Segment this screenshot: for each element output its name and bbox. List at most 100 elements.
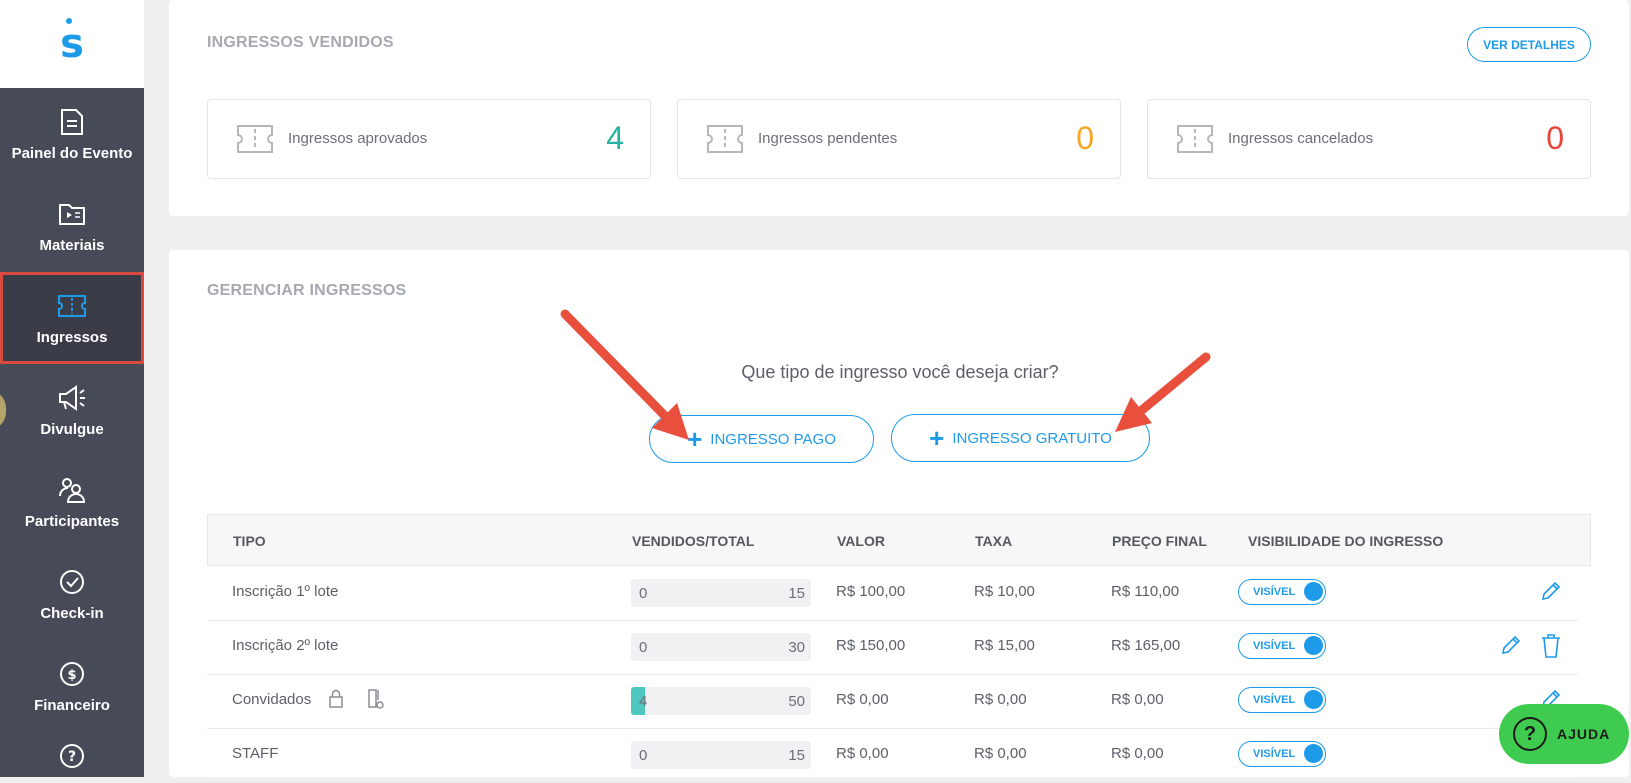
- help-label: AJUDA: [1557, 726, 1611, 742]
- sold-count: 4: [639, 693, 648, 710]
- logo[interactable]: s: [0, 0, 144, 88]
- ticket-final-price: R$ 110,00: [1111, 583, 1180, 600]
- document-icon: [57, 107, 87, 137]
- ticket-fee: R$ 15,00: [974, 637, 1035, 654]
- visibility-toggle[interactable]: VISÍVEL: [1238, 579, 1326, 605]
- stat-cancelled: Ingressos cancelados 0: [1147, 99, 1591, 179]
- visibility-label: VISÍVEL: [1253, 694, 1296, 706]
- total-count: 15: [788, 747, 805, 764]
- svg-text:?: ?: [68, 749, 76, 765]
- megaphone-icon: [57, 383, 87, 413]
- nav-label: Divulgue: [40, 420, 104, 438]
- stat-label: Ingressos aprovados: [288, 130, 428, 147]
- ticket-value: R$ 0,00: [836, 691, 889, 708]
- total-count: 50: [788, 693, 805, 710]
- total-count: 15: [788, 585, 805, 602]
- col-final-price: PREÇO FINAL: [1112, 533, 1207, 549]
- paid-ticket-button[interactable]: + INGRESSO PAGO: [649, 415, 874, 463]
- stat-label: Ingressos cancelados: [1228, 130, 1374, 147]
- logo-text: s: [60, 21, 84, 67]
- nav-label: Ingressos: [36, 328, 108, 346]
- visibility-label: VISÍVEL: [1253, 748, 1296, 760]
- nav-label: Painel do Evento: [11, 144, 133, 162]
- table-header: TIPO VENDIDOS/TOTAL VALOR TAXA PREÇO FIN…: [207, 514, 1591, 566]
- ticket-fee: R$ 0,00: [974, 691, 1027, 708]
- ticket-final-price: R$ 0,00: [1111, 745, 1164, 762]
- ticket-value: R$ 150,00: [836, 637, 906, 654]
- nav-label: Participantes: [24, 512, 120, 530]
- question-icon: ?: [1513, 717, 1547, 751]
- ticket-type: Inscrição 1º lote: [232, 583, 339, 600]
- nav-label: Financeiro: [34, 696, 110, 714]
- col-type: TIPO: [233, 533, 266, 549]
- view-details-button[interactable]: VER DETALHES: [1467, 27, 1591, 62]
- nav-check-in[interactable]: Check-in: [0, 548, 144, 640]
- ticket-fee: R$ 0,00: [974, 745, 1027, 762]
- toggle-knob: [1304, 636, 1323, 655]
- ticket-icon: [1176, 124, 1214, 159]
- sold-count: 0: [639, 747, 648, 764]
- ticket-fee: R$ 10,00: [974, 583, 1035, 600]
- toggle-knob: [1304, 744, 1323, 763]
- visibility-toggle[interactable]: VISÍVEL: [1238, 687, 1326, 713]
- ticket-type: STAFF: [232, 745, 279, 762]
- nav-materiais[interactable]: Materiais: [0, 180, 144, 272]
- visibility-toggle[interactable]: VISÍVEL: [1238, 741, 1326, 767]
- stat-value: 0: [1546, 120, 1564, 156]
- ticket-value: R$ 100,00: [836, 583, 906, 600]
- nav-label: Check-in: [40, 604, 104, 622]
- trash-icon[interactable]: [1539, 633, 1565, 661]
- table-row: Inscrição 2º lote 0 30 R$ 150,00 R$ 15,0…: [207, 620, 1578, 675]
- free-ticket-label: INGRESSO GRATUITO: [952, 429, 1112, 447]
- visibility-label: VISÍVEL: [1253, 640, 1296, 652]
- nav-ingressos[interactable]: Ingressos: [0, 272, 144, 364]
- ticket-type: Inscrição 2º lote: [232, 637, 339, 654]
- free-ticket-button[interactable]: + INGRESSO GRATUITO: [891, 414, 1150, 462]
- help-button[interactable]: ? AJUDA: [1499, 704, 1629, 764]
- stat-label: Ingressos pendentes: [758, 130, 898, 147]
- nav-participantes[interactable]: Participantes: [0, 456, 144, 548]
- table-row: Convidados 4 50 R$ 0,00 R$ 0,00 R$ 0,00 …: [207, 674, 1578, 729]
- manage-tickets-title: GERENCIAR INGRESSOS: [207, 282, 407, 299]
- svg-text:$: $: [67, 668, 76, 683]
- ticket-type: Convidados: [232, 691, 312, 708]
- people-icon: [57, 475, 87, 505]
- sold-progress: 0 15: [631, 579, 811, 607]
- nav-divulgue[interactable]: Divulgue: [0, 364, 144, 456]
- ticket-icon: [706, 124, 744, 159]
- stat-approved: Ingressos aprovados 4: [207, 99, 651, 179]
- ticket-icon: [57, 291, 87, 321]
- money-circle-icon: $: [57, 659, 87, 689]
- sold-tickets-card: INGRESSOS VENDIDOS VER DETALHES Ingresso…: [169, 0, 1629, 216]
- sidebar: s Painel do Evento Materiais Ingressos D…: [0, 0, 144, 777]
- media-folder-icon: [57, 199, 87, 229]
- paid-ticket-label: INGRESSO PAGO: [710, 430, 836, 448]
- total-count: 30: [788, 639, 805, 656]
- ticket-link-icon: [367, 688, 393, 716]
- col-sold-total: VENDIDOS/TOTAL: [632, 533, 755, 549]
- sold-progress: 0 30: [631, 633, 811, 661]
- col-visibility: VISIBILIDADE DO INGRESSO: [1248, 533, 1444, 549]
- ticket-final-price: R$ 165,00: [1111, 637, 1181, 654]
- toggle-knob: [1304, 690, 1323, 709]
- check-circle-icon: [57, 567, 87, 597]
- nav-label: Materiais: [39, 236, 105, 254]
- lock-icon: [327, 689, 353, 717]
- sold-progress: 0 15: [631, 741, 811, 769]
- sold-count: 0: [639, 585, 648, 602]
- plus-icon: +: [929, 423, 945, 453]
- sold-progress: 4 50: [631, 687, 811, 715]
- toggle-knob: [1304, 582, 1323, 601]
- nav-painel-do-evento[interactable]: Painel do Evento: [0, 88, 144, 180]
- edit-icon[interactable]: [1499, 633, 1525, 661]
- sold-count: 0: [639, 639, 648, 656]
- nav-financeiro[interactable]: $ Financeiro: [0, 640, 144, 732]
- edit-icon[interactable]: [1539, 579, 1565, 607]
- stat-pending: Ingressos pendentes 0: [677, 99, 1121, 179]
- ticket-value: R$ 0,00: [836, 745, 889, 762]
- nav-help[interactable]: ?: [0, 732, 144, 777]
- plus-icon: +: [687, 424, 703, 454]
- stat-value: 0: [1076, 120, 1094, 156]
- ticket-final-price: R$ 0,00: [1111, 691, 1164, 708]
- visibility-toggle[interactable]: VISÍVEL: [1238, 633, 1326, 659]
